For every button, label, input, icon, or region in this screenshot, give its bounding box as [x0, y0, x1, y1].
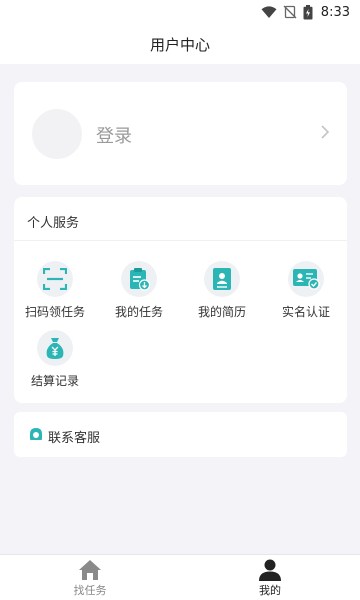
service-label: 我的任务 — [114, 305, 163, 319]
wifi-icon — [261, 5, 277, 18]
service-label: 结算记录 — [30, 374, 79, 388]
chevron-right-icon — [321, 125, 329, 139]
bottom-tab-bar: 找任务 我的 — [0, 554, 360, 600]
tab-mine[interactable]: 我的 — [210, 555, 330, 600]
service-scan-task[interactable]: 扫码领任务 — [15, 261, 95, 320]
service-label: 我的简历 — [197, 305, 246, 319]
user-icon — [259, 559, 281, 581]
scan-icon — [43, 268, 67, 290]
page-title: 用户中心 — [149, 35, 210, 54]
app-header: 用户中心 — [0, 24, 360, 64]
service-label: 扫码领任务 — [24, 305, 85, 319]
login-card[interactable]: 登录 — [14, 82, 347, 185]
contact-service-card[interactable]: 联系客服 — [14, 412, 347, 457]
service-my-resume[interactable]: 我的简历 — [182, 261, 262, 320]
divider — [14, 240, 347, 241]
money-bag-icon — [46, 338, 64, 359]
tab-label: 找任务 — [73, 584, 107, 597]
status-time: 8:33 — [320, 4, 350, 20]
services-title: 个人服务 — [27, 216, 80, 231]
service-my-tasks[interactable]: 我的任务 — [99, 261, 179, 320]
tab-label: 我的 — [259, 584, 281, 597]
resume-icon — [213, 268, 231, 290]
task-clipboard-icon — [130, 268, 150, 291]
personal-services-card: 个人服务 扫码领任务 我的任务 我的简历 实名认证 结算记录 — [14, 197, 347, 403]
id-verify-icon — [293, 269, 320, 290]
avatar — [32, 109, 82, 159]
customer-service-icon — [30, 428, 42, 440]
contact-service-label: 联系客服 — [48, 431, 101, 446]
no-sim-icon — [283, 5, 297, 19]
service-real-name-auth[interactable]: 实名认证 — [266, 261, 346, 320]
status-bar: 8:33 — [0, 0, 360, 24]
home-icon — [79, 560, 101, 580]
battery-icon — [303, 4, 313, 19]
service-settlement-records[interactable]: 结算记录 — [15, 330, 95, 389]
login-label: 登录 — [96, 126, 132, 147]
tab-find-task[interactable]: 找任务 — [30, 555, 150, 600]
service-label: 实名认证 — [281, 305, 330, 319]
